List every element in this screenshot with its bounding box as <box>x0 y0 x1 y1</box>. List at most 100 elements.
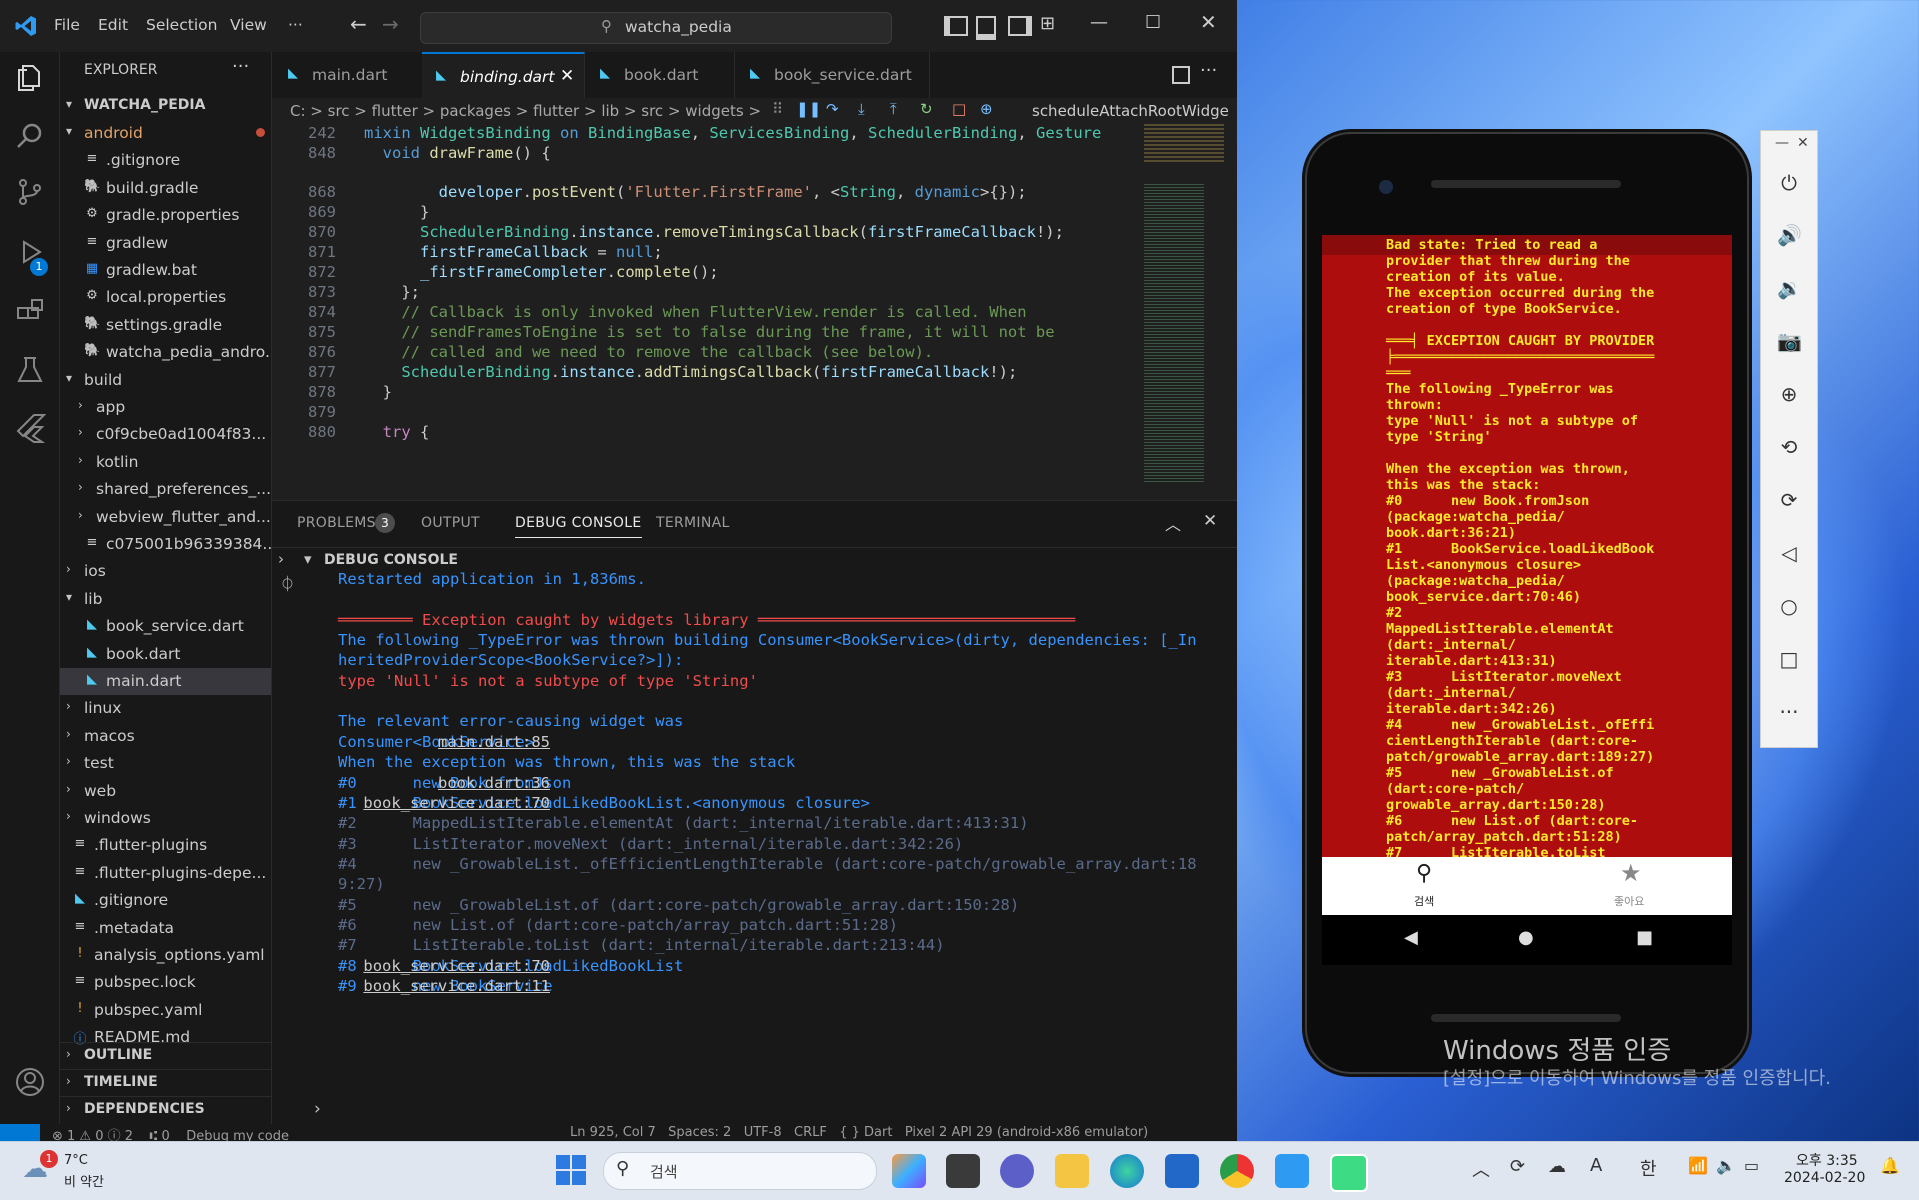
tree-item[interactable]: ! analysis_options.yaml <box>60 942 271 969</box>
toggle-panel-icon[interactable] <box>976 16 996 40</box>
minimize-icon[interactable]: — <box>1775 135 1789 151</box>
step-out-icon[interactable]: ⤒ <box>890 100 897 118</box>
power-icon[interactable]: ⏻ <box>1777 171 1801 195</box>
minimize-icon[interactable]: — <box>1090 12 1108 33</box>
font-indicator[interactable]: A <box>1590 1155 1602 1176</box>
remote-indicator[interactable] <box>0 1124 40 1141</box>
rotate-right-icon[interactable]: ⟳ <box>1777 488 1801 512</box>
overview-icon[interactable]: □ <box>1777 647 1801 671</box>
copilot-icon[interactable] <box>892 1154 926 1188</box>
clock-date[interactable]: 2024-02-20 <box>1784 1170 1865 1186</box>
more-actions-icon[interactable]: ··· <box>232 56 249 77</box>
tree-item[interactable]: ≡ .metadata <box>60 915 271 942</box>
console-prompt-icon[interactable]: › <box>314 1099 321 1119</box>
testing-icon[interactable] <box>14 354 46 386</box>
start-windows-icon[interactable] <box>556 1155 586 1185</box>
step-into-icon[interactable]: ⤓ <box>858 100 865 118</box>
explorer-icon[interactable] <box>14 62 46 94</box>
clock-time[interactable]: 오후 3:35 <box>1796 1150 1858 1170</box>
emulator-taskbar-icon[interactable] <box>1330 1154 1368 1192</box>
tab-main-dart[interactable]: ◣ main.dart <box>272 52 423 98</box>
stop-icon[interactable]: □ <box>952 100 966 118</box>
menu-file[interactable]: File <box>54 16 80 34</box>
task-view-icon[interactable] <box>946 1154 980 1188</box>
tree-item[interactable]: › web <box>60 778 271 805</box>
toggle-secondary-sidebar-icon[interactable] <box>1008 16 1032 36</box>
chat-icon[interactable] <box>1000 1154 1034 1188</box>
recents-square-icon[interactable]: ■ <box>1636 927 1653 948</box>
nav-likes[interactable]: ★ 좋아요 <box>1586 859 1676 911</box>
tab-binding-dart[interactable]: ◣ binding.dart ✕ <box>422 52 585 98</box>
tree-item[interactable]: ≡ .flutter-plugins-depe... <box>60 860 271 887</box>
close-tab-icon[interactable]: ✕ <box>560 66 574 86</box>
tree-item[interactable]: › kotlin <box>60 449 271 476</box>
workspace-root[interactable]: ▾ WATCHA_PEDIA <box>60 93 271 120</box>
menu-more[interactable]: ··· <box>288 16 303 34</box>
more-actions-icon[interactable]: ··· <box>1200 60 1217 81</box>
zoom-icon[interactable]: ⊕ <box>1777 382 1801 406</box>
source-link[interactable]: main.dart:85 <box>438 733 550 751</box>
debug-console-header[interactable]: › ▾ DEBUG CONSOLE <box>272 547 1237 572</box>
tree-item[interactable]: 🐘 settings.gradle <box>60 312 271 339</box>
minimap[interactable] <box>1140 124 1235 500</box>
panel-tab-output[interactable]: OUTPUT <box>421 515 480 531</box>
home-icon[interactable]: ○ <box>1777 594 1801 618</box>
tree-item[interactable]: ▾ build <box>60 367 271 394</box>
source-link[interactable]: book_service.dart:70 <box>363 794 550 812</box>
notification-bell-icon[interactable]: 🔔 <box>1880 1156 1900 1175</box>
back-arrow-icon[interactable]: ← <box>350 12 367 36</box>
tree-item[interactable]: ≡ c075001b96339384... <box>60 531 271 558</box>
file-explorer-icon[interactable] <box>1055 1154 1089 1188</box>
split-editor-icon[interactable] <box>1172 66 1190 84</box>
status-right[interactable]: Ln 925, Col 7 Spaces: 2 UTF-8 CRLF { } D… <box>570 1125 1148 1140</box>
tree-item[interactable]: ! pubspec.yaml <box>60 997 271 1024</box>
tree-item[interactable]: ≡ gradlew <box>60 230 271 257</box>
tree-item[interactable]: ◣ book_service.dart <box>60 613 271 640</box>
code-line[interactable]: 848 void drawFrame() { <box>272 144 1132 168</box>
source-control-icon[interactable] <box>14 176 46 208</box>
flutter-icon[interactable] <box>14 412 46 444</box>
tree-item[interactable]: › linux <box>60 695 271 722</box>
close-panel-icon[interactable]: ✕ <box>1203 511 1217 531</box>
step-over-icon[interactable]: ↷ <box>826 100 839 118</box>
command-center-search[interactable]: ⚲ watcha_pedia <box>420 12 892 44</box>
menu-edit[interactable]: Edit <box>98 16 128 34</box>
volume-icon[interactable]: 🔈 <box>1716 1156 1736 1175</box>
account-icon[interactable] <box>14 1066 46 1098</box>
vscode-taskbar-icon[interactable] <box>1275 1154 1309 1188</box>
menu-selection[interactable]: Selection <box>146 16 217 34</box>
emulator-screen[interactable]: Bad state: Tried to read a provider that … <box>1322 235 1732 915</box>
chevron-up-icon[interactable]: ︿ <box>1165 511 1181 535</box>
tree-item[interactable]: ≡ pubspec.lock <box>60 969 271 996</box>
tree-item[interactable]: › ios <box>60 558 271 585</box>
tree-item[interactable]: ◣ .gitignore <box>60 887 271 914</box>
dependencies-section[interactable]: › DEPENDENCIES <box>60 1096 271 1124</box>
edge-icon[interactable] <box>1110 1154 1144 1188</box>
back-icon[interactable]: ◁ <box>1777 541 1801 565</box>
taskbar-search[interactable]: ⚲ 검색 <box>603 1152 877 1190</box>
tree-item[interactable]: 🐘 build.gradle <box>60 175 271 202</box>
tab-book-dart[interactable]: ◣ book.dart <box>584 52 735 98</box>
tree-item[interactable]: › macos <box>60 723 271 750</box>
store-icon[interactable] <box>1165 1154 1199 1188</box>
forward-arrow-icon[interactable]: → <box>382 12 399 36</box>
tab-book-service-dart[interactable]: ◣ book_service.dart <box>734 52 930 98</box>
volume-up-icon[interactable]: 🔊 <box>1777 223 1802 247</box>
wifi-icon[interactable]: 📶 <box>1688 1156 1708 1175</box>
tree-item[interactable]: 🐘 watcha_pedia_andro... <box>60 339 271 366</box>
pause-icon[interactable]: ❚❚ <box>796 100 821 118</box>
volume-down-icon[interactable]: 🔉 <box>1777 276 1802 300</box>
chevron-up-icon[interactable]: ︿ <box>1472 1156 1490 1182</box>
tree-item[interactable]: › shared_preferences_... <box>60 476 271 503</box>
chevron-right-icon[interactable]: › <box>278 550 284 568</box>
source-link[interactable]: book.dart:36 <box>438 774 550 792</box>
tree-item[interactable]: › c0f9cbe0ad1004f83... <box>60 421 271 448</box>
menu-view[interactable]: View <box>230 16 267 34</box>
weather-widget[interactable]: ☁ 1 7°C 비 약간 <box>18 1150 138 1192</box>
panel-tab-debug-console[interactable]: DEBUG CONSOLE <box>515 515 642 538</box>
outline-section[interactable]: › OUTLINE <box>60 1042 271 1070</box>
tree-item[interactable]: ▦ gradlew.bat <box>60 257 271 284</box>
tree-item[interactable]: ≡ .gitignore <box>60 147 271 174</box>
extensions-icon[interactable] <box>14 296 46 328</box>
sync-icon[interactable]: ⟳ <box>1510 1156 1525 1177</box>
